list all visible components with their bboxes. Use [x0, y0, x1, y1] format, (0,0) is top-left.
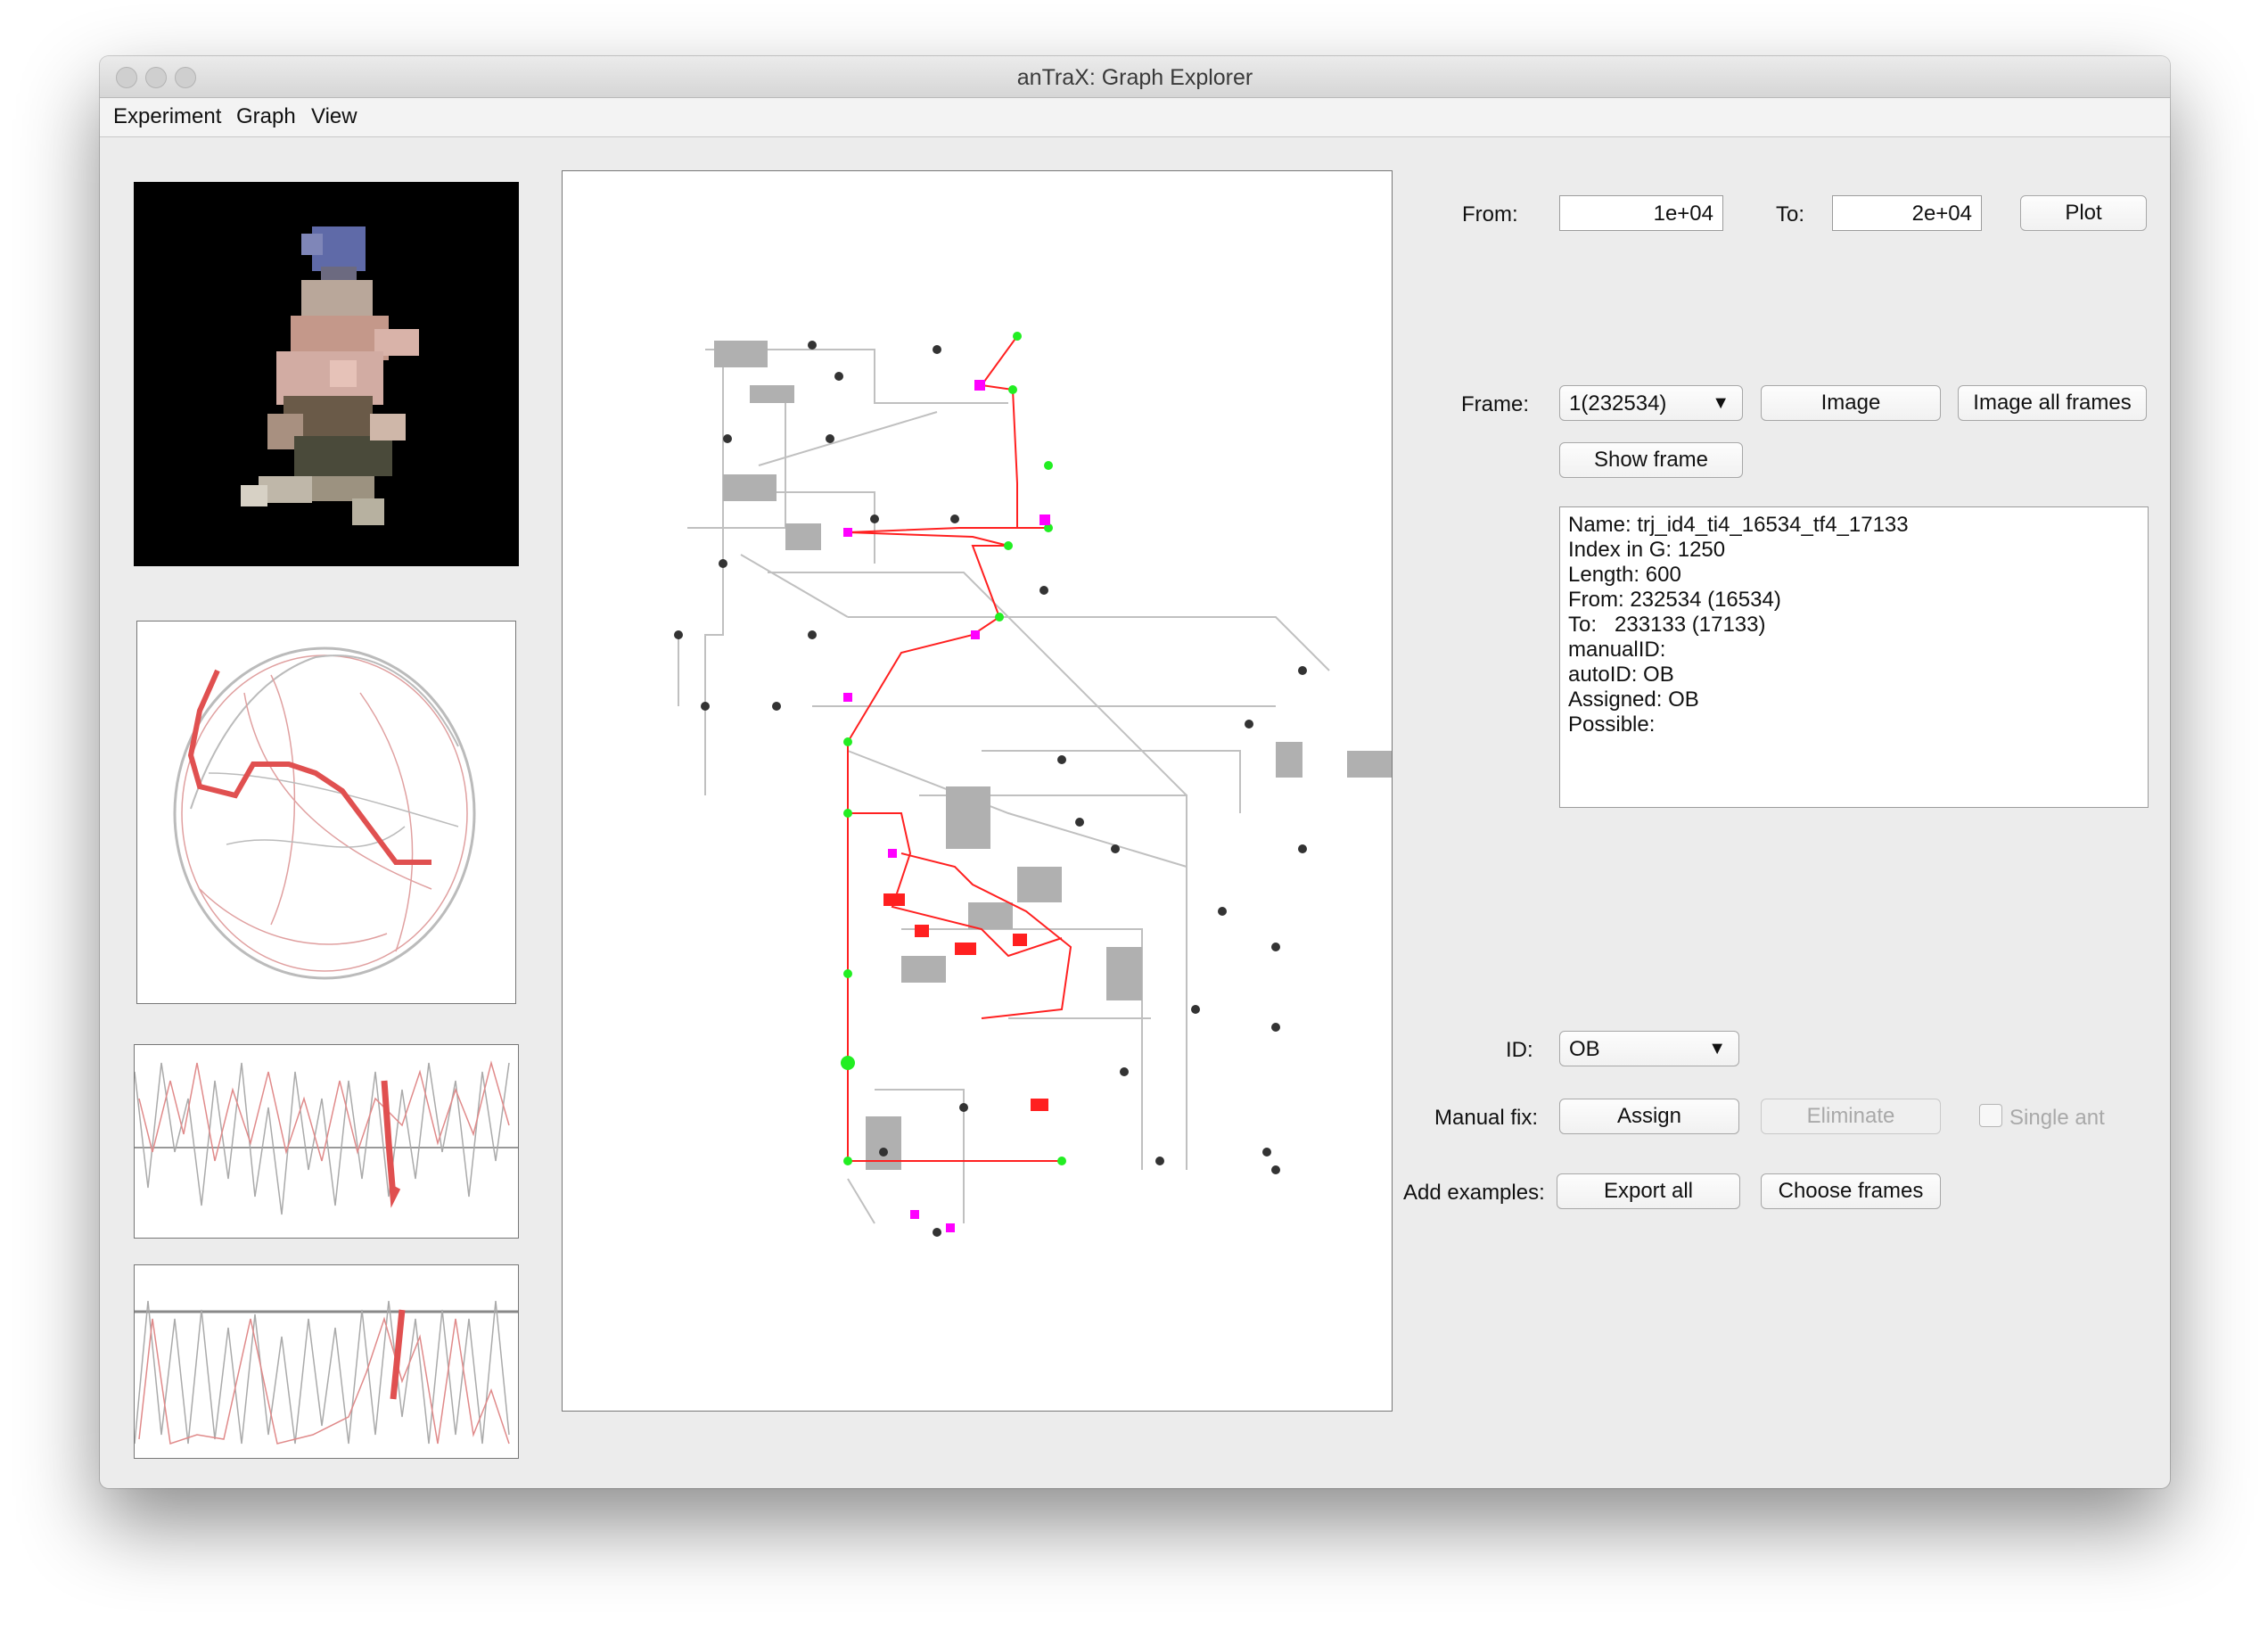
single-ant-label: Single ant	[2009, 1106, 2105, 1130]
info-manual-id: manualID:	[1568, 638, 1666, 662]
manual-fix-label: Manual fix:	[1434, 1106, 1539, 1130]
show-frame-button[interactable]: Show frame	[1559, 442, 1743, 478]
add-examples-label: Add examples:	[1403, 1181, 1545, 1205]
image-all-frames-button[interactable]: Image all frames	[1958, 385, 2147, 421]
export-all-button[interactable]: Export all	[1557, 1173, 1740, 1209]
frame-select-value: 1(232534)	[1569, 391, 1667, 416]
menu-view[interactable]: View	[311, 104, 357, 129]
to-field[interactable]: 2e+04	[1832, 195, 1982, 231]
info-from: From: 232534 (16534)	[1568, 588, 1781, 612]
trajectory-info-box: Name: trj_id4_ti4_16534_tf4_17133 Index …	[1559, 506, 2149, 808]
arena-trajectory-panel	[136, 621, 516, 1004]
id-select-value: OB	[1569, 1037, 1600, 1061]
dropdown-caret-icon: ▼	[1712, 393, 1730, 413]
arena-plot	[173, 646, 476, 980]
eliminate-button[interactable]: Eliminate	[1761, 1099, 1941, 1134]
id-select[interactable]: OB ▼	[1559, 1031, 1739, 1066]
info-index: Index in G: 1250	[1568, 538, 1726, 562]
from-field[interactable]: 1e+04	[1559, 195, 1723, 231]
assign-button[interactable]: Assign	[1559, 1099, 1739, 1134]
info-to: To: 233133 (17133)	[1568, 613, 1766, 637]
signal-plot-1	[134, 1044, 519, 1239]
window-title: anTraX: Graph Explorer	[1016, 65, 1253, 90]
plot-button[interactable]: Plot	[2020, 195, 2147, 231]
from-label: From:	[1462, 202, 1518, 226]
frame-label: Frame:	[1461, 392, 1530, 416]
info-auto-id: autoID: OB	[1568, 663, 1674, 687]
title-bar: anTraX: Graph Explorer	[100, 56, 2170, 98]
dropdown-caret-icon: ▼	[1708, 1039, 1726, 1058]
signal-plot-1-lines	[134, 1060, 518, 1215]
ant-image-panel	[134, 182, 519, 566]
ant-image	[241, 226, 419, 525]
menu-graph[interactable]: Graph	[236, 104, 296, 129]
signal-plot-2	[134, 1264, 519, 1459]
info-assigned: Assigned: OB	[1568, 687, 1699, 712]
image-button[interactable]: Image	[1761, 385, 1941, 421]
info-name: Name: trj_id4_ti4_16534_tf4_17133	[1568, 513, 1909, 537]
graph-plot-panel	[562, 170, 1393, 1412]
frame-select[interactable]: 1(232534) ▼	[1559, 385, 1743, 421]
graph-plot	[674, 332, 1392, 1237]
choose-frames-button[interactable]: Choose frames	[1761, 1173, 1941, 1209]
to-label: To:	[1776, 202, 1805, 226]
menu-bar: Experiment Graph View	[100, 98, 2170, 137]
info-length: Length: 600	[1568, 563, 1681, 587]
app-window: anTraX: Graph Explorer Experiment Graph …	[100, 56, 2170, 1488]
info-possible: Possible:	[1568, 712, 1656, 737]
menu-experiment[interactable]: Experiment	[113, 104, 221, 129]
signal-plot-2-lines	[134, 1300, 518, 1445]
id-label: ID:	[1506, 1038, 1533, 1062]
checkbox-icon[interactable]	[1979, 1104, 2002, 1127]
